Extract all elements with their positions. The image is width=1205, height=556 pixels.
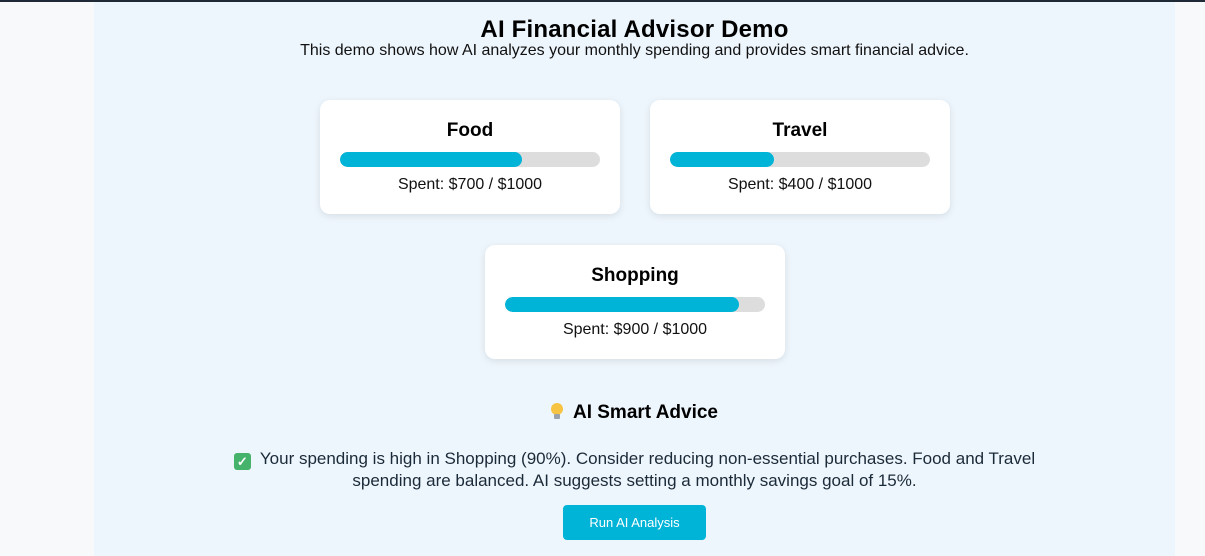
- category-name: Shopping: [591, 265, 679, 286]
- run-ai-analysis-button[interactable]: Run AI Analysis: [563, 505, 706, 540]
- advice-message: ✓ Your spending is high in Shopping (90%)…: [214, 448, 1055, 492]
- category-name: Travel: [772, 120, 828, 141]
- page-subtitle: This demo shows how AI analyzes your mon…: [300, 42, 969, 59]
- category-name: Food: [446, 120, 494, 141]
- advice-heading-label: AI Smart Advice: [572, 402, 718, 423]
- progress-fill: [505, 297, 739, 312]
- main-panel: AI Financial Advisor Demo This demo show…: [94, 2, 1175, 556]
- page-margin-right: [1175, 2, 1205, 556]
- spent-amount: Spent: $400 / $1000: [727, 176, 873, 193]
- category-card-travel: Travel Spent: $400 / $1000: [650, 100, 950, 214]
- page-title: AI Financial Advisor Demo: [480, 16, 789, 43]
- spent-amount: Spent: $700 / $1000: [397, 176, 543, 193]
- progress-track: [340, 152, 600, 167]
- advice-text: Your spending is high in Shopping (90%).…: [259, 449, 1036, 490]
- progress-track: [505, 297, 765, 312]
- lightbulb-icon: [550, 403, 563, 419]
- check-mark-icon: ✓: [233, 453, 251, 470]
- advice-heading: AI Smart Advice: [94, 402, 1175, 424]
- progress-track: [670, 152, 930, 167]
- progress-fill: [340, 152, 522, 167]
- category-card-shopping: Shopping Spent: $900 / $1000: [485, 245, 785, 359]
- category-card-food: Food Spent: $700 / $1000: [320, 100, 620, 214]
- progress-fill: [670, 152, 774, 167]
- spent-amount: Spent: $900 / $1000: [562, 321, 708, 338]
